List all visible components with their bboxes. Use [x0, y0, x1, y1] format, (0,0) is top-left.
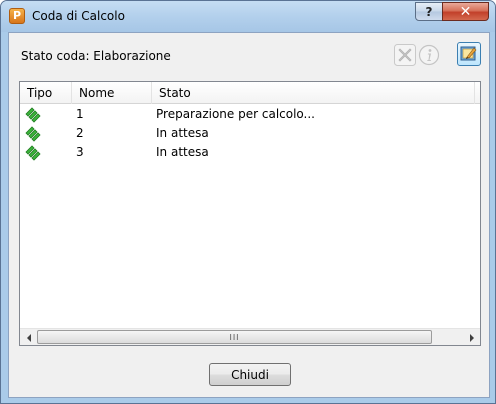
- dialog-window: P Coda di Calcolo ? ✕ Stato coda: Elabor…: [0, 0, 496, 404]
- job-type-cell: [24, 125, 44, 142]
- job-status: Preparazione per calcolo...: [156, 107, 315, 121]
- horizontal-scrollbar[interactable]: III: [20, 328, 480, 345]
- list-row[interactable]: 2 In attesa: [20, 124, 480, 143]
- list-row[interactable]: 3 In attesa: [20, 143, 480, 162]
- queue-status-label: Stato coda: Elaborazione: [21, 49, 171, 63]
- info-icon: [418, 44, 439, 65]
- list-row[interactable]: 1 Preparazione per calcolo...: [20, 105, 480, 124]
- column-header-nome[interactable]: Nome: [72, 82, 152, 104]
- list-header: Tipo Nome Stato: [20, 82, 480, 104]
- chevron-right-icon: [469, 333, 474, 342]
- scroll-left-button[interactable]: [20, 329, 37, 346]
- column-header-tipo[interactable]: Tipo: [20, 82, 72, 104]
- cancel-x-icon: [393, 43, 416, 66]
- column-header-stato[interactable]: Stato: [152, 82, 475, 104]
- queue-settings-button[interactable]: [457, 42, 481, 66]
- chevron-left-icon: [26, 333, 31, 342]
- list-body: 1 Preparazione per calcolo... 2 In attes…: [20, 105, 480, 162]
- cancel-job-button[interactable]: [393, 43, 416, 66]
- settings-icon: [460, 46, 477, 61]
- title-bar[interactable]: P Coda di Calcolo ? ✕: [1, 1, 495, 32]
- job-list[interactable]: Tipo Nome Stato 1 Preparazione per calco…: [19, 81, 481, 346]
- app-icon: P: [9, 8, 25, 24]
- job-name: 3: [76, 145, 84, 159]
- render-job-icon: [25, 126, 41, 142]
- job-name: 1: [76, 107, 84, 121]
- job-info-button[interactable]: [417, 43, 440, 66]
- close-dialog-button[interactable]: Chiudi: [209, 363, 291, 386]
- scroll-right-button[interactable]: [463, 329, 480, 346]
- job-type-cell: [24, 144, 44, 161]
- scrollbar-thumb[interactable]: III: [37, 330, 432, 344]
- window-close-button[interactable]: ✕: [442, 2, 489, 21]
- client-area: Stato coda: Elaborazione Tipo Nome Stato…: [8, 32, 490, 398]
- job-status: In attesa: [156, 126, 209, 140]
- window-title: Coda di Calcolo: [32, 9, 125, 23]
- job-status: In attesa: [156, 145, 209, 159]
- job-type-cell: [24, 106, 44, 123]
- job-name: 2: [76, 126, 84, 140]
- scrollbar-grip: III: [229, 332, 240, 342]
- render-job-icon: [25, 145, 41, 161]
- render-job-icon: [25, 107, 41, 123]
- help-button[interactable]: ?: [415, 2, 443, 21]
